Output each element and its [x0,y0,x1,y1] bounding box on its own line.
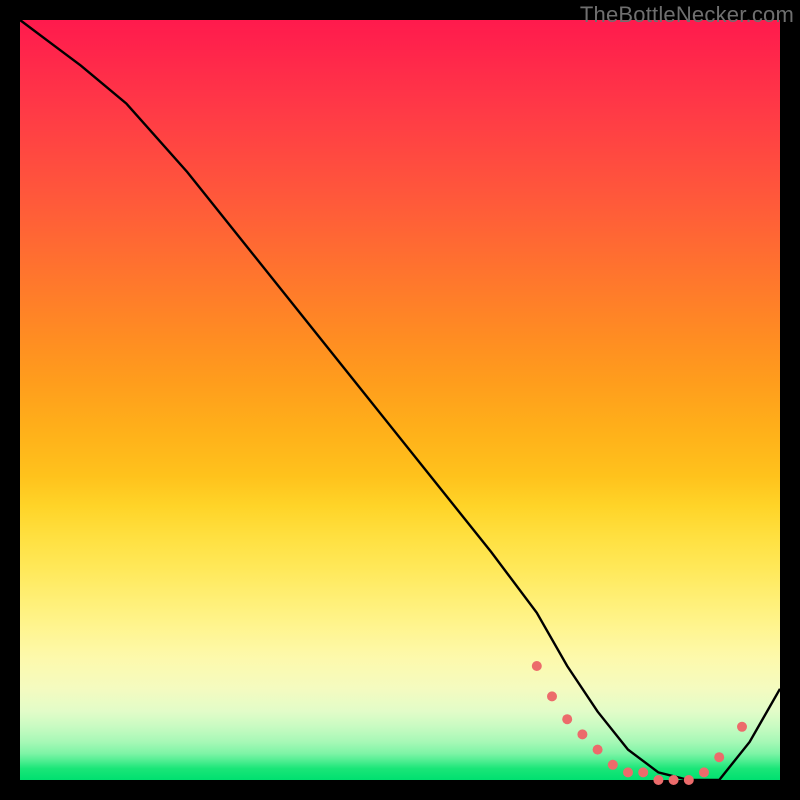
curve-marker [737,722,747,732]
curve-marker [562,714,572,724]
watermark-text: TheBottleNecker.com [580,2,794,28]
curve-marker [714,752,724,762]
curve-marker [669,775,679,785]
curve-marker [638,767,648,777]
chart-frame: TheBottleNecker.com [0,0,800,800]
curve-markers [532,661,747,785]
curve-marker [699,767,709,777]
gradient-plot-area [20,20,780,780]
curve-marker [577,729,587,739]
curve-marker [593,745,603,755]
bottleneck-curve [20,20,780,780]
curve-marker [532,661,542,671]
curve-marker [684,775,694,785]
curve-layer [20,20,780,780]
curve-marker [608,760,618,770]
curve-marker [653,775,663,785]
curve-marker [623,767,633,777]
curve-marker [547,691,557,701]
